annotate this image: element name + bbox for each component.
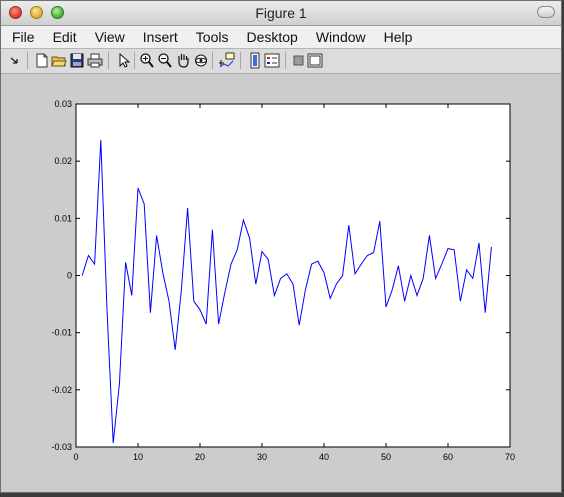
plot-area bbox=[75, 103, 511, 448]
figure-toolbar bbox=[1, 49, 561, 74]
figure-window: Figure 1 File Edit View Insert Tools Des… bbox=[0, 0, 562, 493]
edit-plot-arrow-icon[interactable] bbox=[116, 52, 132, 69]
dock-arrow-icon[interactable] bbox=[7, 52, 23, 69]
y-tick-label: -0.02 bbox=[51, 385, 72, 395]
save-icon[interactable] bbox=[69, 52, 85, 69]
open-file-icon[interactable] bbox=[51, 52, 67, 69]
y-tick-label: 0.02 bbox=[54, 156, 72, 166]
show-plot-tools-icon[interactable] bbox=[307, 52, 323, 69]
new-figure-icon[interactable] bbox=[34, 52, 50, 69]
y-tick-label: 0.01 bbox=[54, 213, 72, 223]
line-chart[interactable]: 0 10 20 30 40 50 60 70 0.03 0.02 0.01 0 -0.01 -0.02 -0… bbox=[1, 74, 561, 492]
toolbar-separator bbox=[240, 52, 241, 69]
x-tick-label: 20 bbox=[195, 452, 205, 462]
insert-legend-icon[interactable] bbox=[264, 52, 280, 69]
rotate-3d-icon[interactable] bbox=[193, 52, 209, 69]
print-icon[interactable] bbox=[87, 52, 103, 69]
x-tick-label: 10 bbox=[133, 452, 143, 462]
x-tick-label: 70 bbox=[505, 452, 515, 462]
menu-bar: File Edit View Insert Tools Desktop Wind… bbox=[1, 26, 561, 49]
figure-canvas: 0 10 20 30 40 50 60 70 0.03 0.02 0.01 0 -0.01 -0.02 -0… bbox=[1, 74, 561, 492]
toolbar-separator bbox=[134, 52, 135, 69]
menu-window[interactable]: Window bbox=[307, 29, 375, 45]
y-tick-label: 0 bbox=[67, 271, 72, 281]
x-tick-label: 60 bbox=[443, 452, 453, 462]
insert-colorbar-icon[interactable] bbox=[247, 52, 263, 69]
zoom-out-icon[interactable] bbox=[157, 52, 173, 69]
zoom-in-icon[interactable] bbox=[139, 52, 155, 69]
toolbar-separator bbox=[285, 52, 286, 69]
x-tick-label: 40 bbox=[319, 452, 329, 462]
x-tick-label: 30 bbox=[257, 452, 267, 462]
y-tick-label: -0.03 bbox=[51, 442, 72, 452]
menu-tools[interactable]: Tools bbox=[187, 29, 238, 45]
hide-plot-tools-icon[interactable] bbox=[291, 52, 307, 69]
x-tick-label: 50 bbox=[381, 452, 391, 462]
menu-insert[interactable]: Insert bbox=[134, 29, 187, 45]
menu-view[interactable]: View bbox=[86, 29, 134, 45]
data-cursor-icon[interactable] bbox=[219, 52, 235, 69]
pan-hand-icon[interactable] bbox=[175, 52, 191, 69]
x-tick-label: 0 bbox=[73, 452, 78, 462]
toolbar-separator bbox=[212, 52, 213, 69]
menu-help[interactable]: Help bbox=[375, 29, 422, 45]
title-bar[interactable]: Figure 1 bbox=[1, 1, 561, 26]
menu-desktop[interactable]: Desktop bbox=[237, 29, 306, 45]
toolbar-separator bbox=[108, 52, 109, 69]
toolbar-separator bbox=[27, 52, 28, 69]
menu-file[interactable]: File bbox=[1, 29, 44, 45]
y-tick-label: 0.03 bbox=[54, 99, 72, 109]
y-tick-label: -0.01 bbox=[51, 328, 72, 338]
menu-edit[interactable]: Edit bbox=[44, 29, 86, 45]
toolbar-toggle-button[interactable] bbox=[537, 6, 555, 18]
window-title: Figure 1 bbox=[255, 5, 307, 21]
